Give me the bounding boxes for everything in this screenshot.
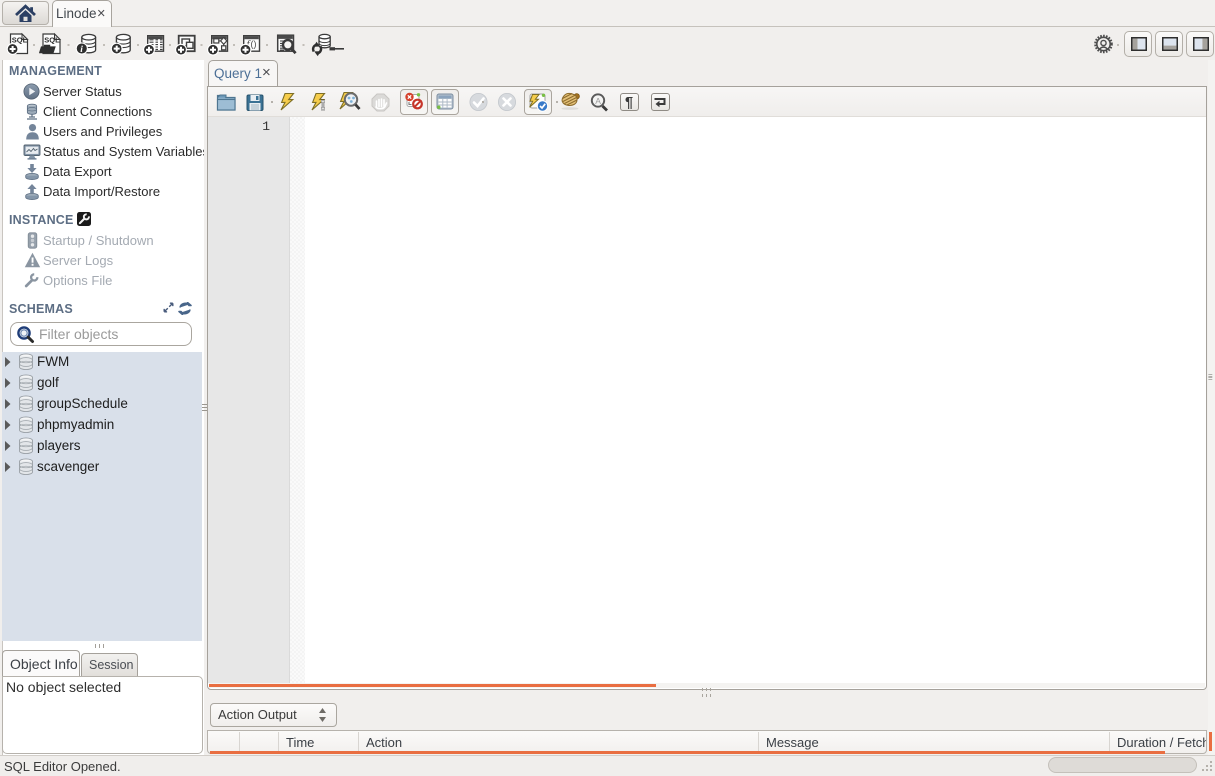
svg-text:i: i [80, 45, 83, 55]
svg-text:A: A [595, 96, 601, 106]
svg-text:(): () [251, 39, 257, 49]
svg-text:¶: ¶ [625, 95, 633, 111]
